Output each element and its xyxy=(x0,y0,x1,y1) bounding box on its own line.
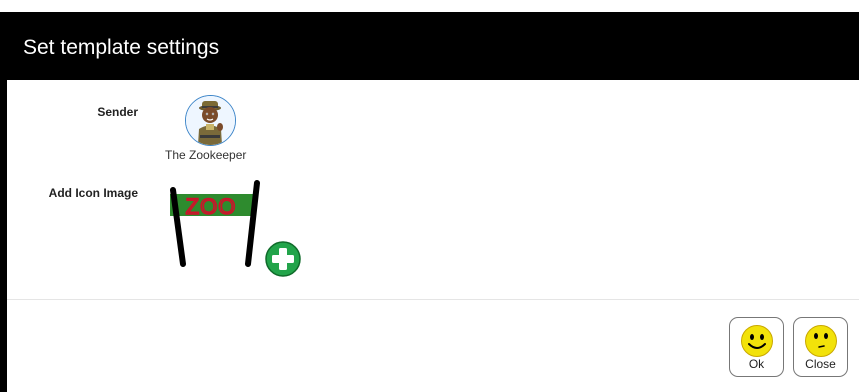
sender-name: The Zookeeper xyxy=(165,148,247,162)
zoo-sign-text: ZOO xyxy=(186,194,237,219)
window-edge xyxy=(0,12,7,392)
zoo-sign-image[interactable]: ZOO xyxy=(161,178,263,270)
dialog-title: Set template settings xyxy=(23,36,220,59)
ok-button-label: Ok xyxy=(748,357,765,371)
dialog-header: Set template settings xyxy=(7,12,859,80)
sender-avatar[interactable] xyxy=(185,95,236,146)
zookeeper-avatar-icon xyxy=(186,96,235,145)
smile-face-icon xyxy=(741,325,773,357)
sender-label: Sender xyxy=(97,105,138,119)
template-settings-dialog: Set template settings Sender The Zookeep… xyxy=(7,12,859,392)
add-icon-image-label: Add Icon Image xyxy=(48,186,138,200)
close-button[interactable]: Close xyxy=(793,317,848,377)
plus-circle-icon xyxy=(265,241,301,277)
footer-divider xyxy=(7,299,859,300)
neutral-face-icon xyxy=(805,325,837,357)
close-button-label: Close xyxy=(805,357,836,371)
add-icon-button[interactable] xyxy=(265,241,301,277)
ok-button[interactable]: Ok xyxy=(729,317,784,377)
top-gap xyxy=(0,0,859,12)
